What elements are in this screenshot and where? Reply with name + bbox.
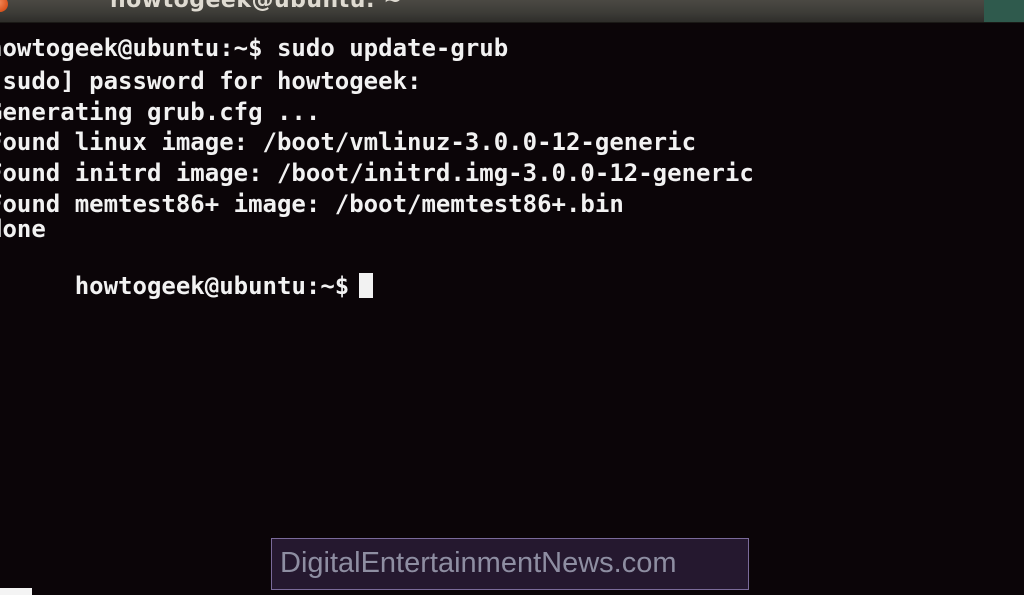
terminal-line: howtogeek@ubuntu:~$ sudo update-grub	[0, 34, 509, 62]
terminal-line: Found memtest86+ image: /boot/memtest86+…	[0, 190, 624, 218]
window-title: howtogeek@ubuntu: ~	[110, 0, 403, 13]
terminal-output[interactable]: howtogeek@ubuntu:~$ sudo update-grub [su…	[0, 23, 1024, 595]
terminal-window: howtogeek@ubuntu: ~ howtogeek@ubuntu:~$ …	[0, 0, 1024, 595]
terminal-line: Found linux image: /boot/vmlinuz-3.0.0-1…	[0, 128, 697, 156]
terminal-prompt: howtogeek@ubuntu:~$	[74, 272, 350, 300]
terminal-line: Found initrd image: /boot/initrd.img-3.0…	[0, 159, 754, 187]
titlebar-edge	[984, 0, 1024, 22]
terminal-line: done	[0, 215, 46, 243]
watermark-text: DigitalEntertainmentNews.com	[280, 547, 677, 579]
terminal-line: [sudo] password for howtogeek:	[0, 67, 422, 95]
text-cursor[interactable]	[359, 273, 374, 298]
watermark: DigitalEntertainmentNews.com	[271, 538, 749, 590]
close-icon[interactable]	[0, 0, 8, 12]
corner-artifact	[0, 588, 32, 595]
terminal-prompt-line: howtogeek@ubuntu:~$	[0, 241, 374, 300]
terminal-line: Generating grub.cfg ...	[0, 98, 321, 126]
window-titlebar[interactable]: howtogeek@ubuntu: ~	[0, 0, 1024, 23]
